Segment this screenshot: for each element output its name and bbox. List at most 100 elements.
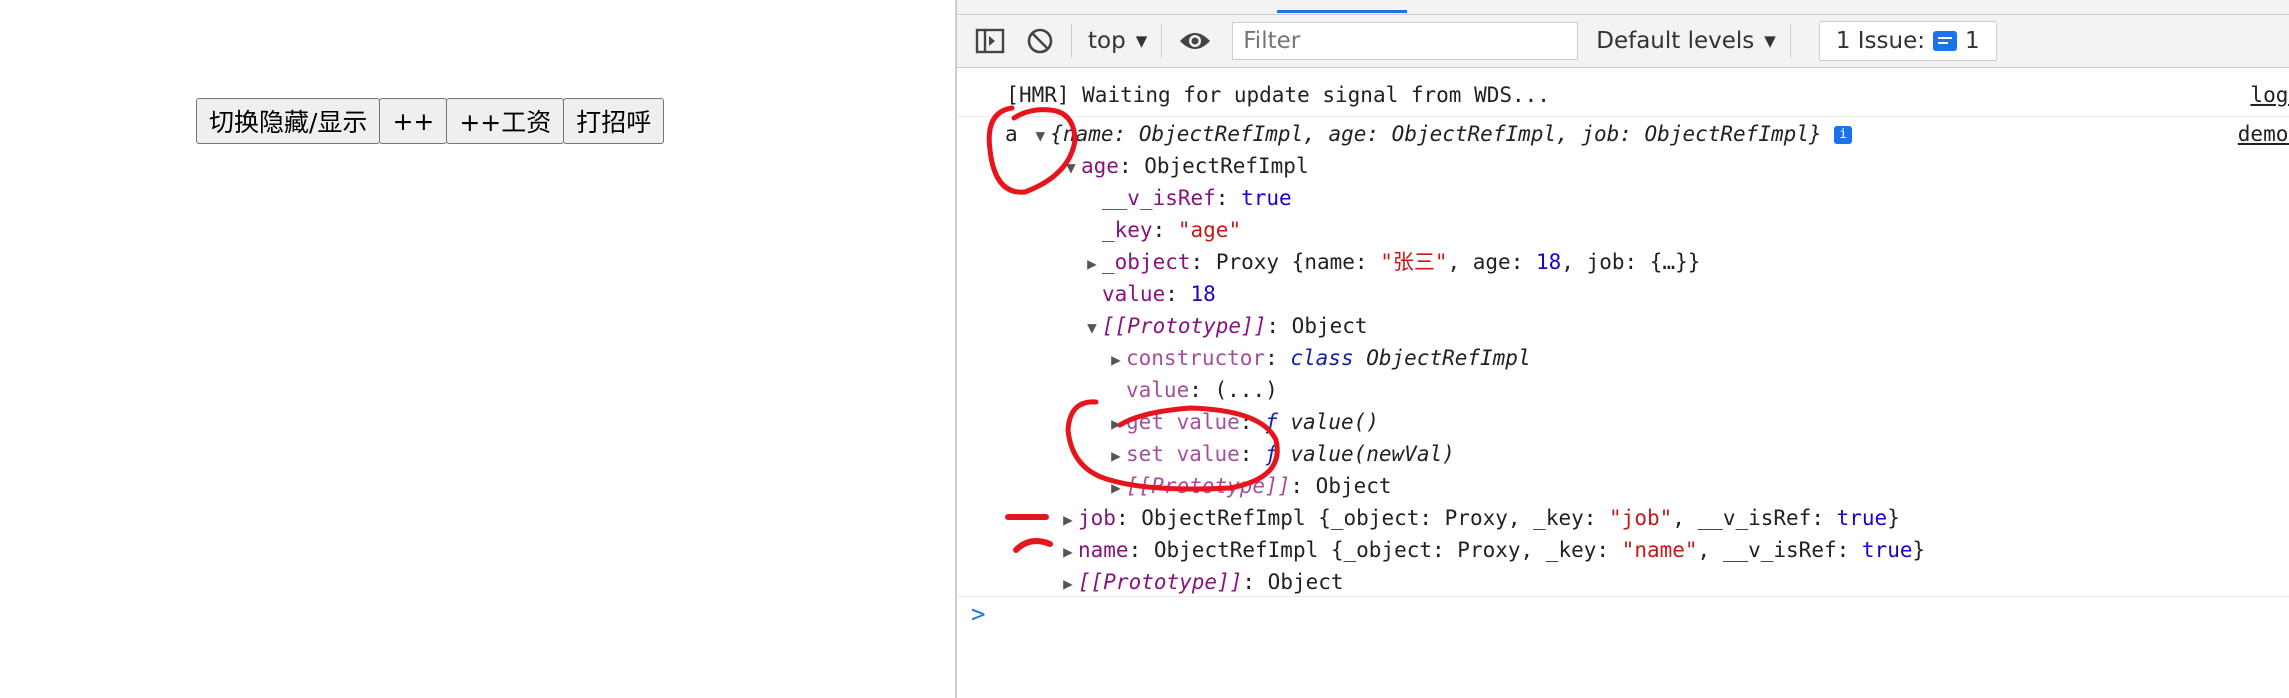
source-link[interactable]: log. <box>2250 76 2289 114</box>
prop-key: _object <box>1102 250 1191 274</box>
prop-key: __v_isRef <box>1102 186 1216 210</box>
prop-key: set value <box>1126 442 1240 466</box>
log-label: a <box>1005 122 1018 146</box>
function-glyph: ƒ <box>1265 442 1291 466</box>
tree-row-job[interactable]: ▶ job: ObjectRefImpl {_object: Proxy, _ke… <box>957 502 2289 534</box>
prop-key: value <box>1102 282 1166 306</box>
issues-button[interactable]: 1 Issue: 1 <box>1818 21 1997 61</box>
greet-button[interactable]: 打招呼 <box>563 98 665 144</box>
prop-value: 18 <box>1190 282 1216 306</box>
tree-row-object[interactable]: ▶ _object: Proxy {name: "张三", age: 18, jo… <box>957 246 2289 278</box>
increment-age-button[interactable]: ++ <box>379 98 448 144</box>
prop-key: constructor <box>1126 346 1266 370</box>
console-prompt[interactable]: > <box>971 600 985 628</box>
expand-triangle-icon[interactable]: ▶ <box>1082 248 1102 280</box>
prop-preview-age: 18 <box>1536 250 1562 274</box>
tree-row-key: _key: "age" <box>1102 218 1242 242</box>
log-levels-label: Default levels <box>1596 28 1755 54</box>
prop-preview-key: "name" <box>1621 538 1698 562</box>
prop-type: Proxy <box>1215 250 1292 274</box>
devtools-tab-strip <box>957 0 2289 15</box>
filter-placeholder: Filter <box>1243 28 1301 54</box>
chevron-down-icon: ▼ <box>1135 32 1148 50</box>
prop-value: value() <box>1290 410 1379 434</box>
tree-row-constructor[interactable]: ▶ constructor: class ObjectRefImpl <box>957 342 2289 374</box>
tree-row-visref: __v_isRef: true <box>1102 186 1292 210</box>
tree-row-inner-prototype[interactable]: ▶ [[Prototype]]: Object <box>957 470 2289 502</box>
prop-key: job <box>1078 506 1116 530</box>
tree-row-setter[interactable]: ▶ set value: ƒ value(newVal) <box>957 438 2289 470</box>
prop-key: value <box>1126 378 1190 402</box>
prop-value: Object <box>1291 314 1368 338</box>
tree-row-getter[interactable]: ▶ get value: ƒ value() <box>957 406 2289 438</box>
prop-value: "age" <box>1177 218 1242 242</box>
prop-key: [[Prototype]] <box>1126 474 1291 498</box>
expand-triangle-icon[interactable]: ▶ <box>1106 440 1126 472</box>
expand-triangle-icon[interactable]: ▼ <box>1061 152 1081 184</box>
expand-triangle-icon[interactable]: ▶ <box>1106 472 1126 504</box>
toolbar-divider <box>1789 24 1791 58</box>
expand-triangle-icon[interactable]: ▶ <box>1106 408 1126 440</box>
prop-preview-bool: true <box>1836 506 1888 530</box>
prop-key: get value <box>1126 410 1240 434</box>
expand-triangle-icon[interactable]: ▶ <box>1058 536 1078 568</box>
log-levels-dropdown[interactable]: Default levels ▼ <box>1596 28 1776 54</box>
prop-preview-name: "张三" <box>1380 250 1448 274</box>
issues-label: 1 Issue: <box>1835 28 1925 54</box>
eye-icon[interactable] <box>1178 24 1212 58</box>
hmr-message: [HMR] Waiting for update signal from WDS… <box>1006 83 1550 107</box>
prop-preview: ObjectRefImpl {_object: Proxy, _key: <box>1153 538 1622 562</box>
prompt-caret-icon: > <box>971 600 986 628</box>
page-viewport: 切换隐藏/显示 ++ ++工资 打招呼 <box>0 0 955 698</box>
console-divider <box>957 596 2289 597</box>
prop-value: ObjectRefImpl <box>1144 154 1309 178</box>
console-toolbar: top ▼ Filter Default levels ▼ 1 Issue: 1 <box>957 15 2289 68</box>
prop-preview: , job: {…}} <box>1561 250 1701 274</box>
prop-preview: ObjectRefImpl {_object: Proxy, _key: <box>1141 506 1610 530</box>
expand-triangle-icon[interactable]: ▼ <box>1030 120 1050 152</box>
prop-preview-key: "job" <box>1609 506 1673 530</box>
prop-preview: } <box>1912 538 1926 562</box>
tree-row-outer-prototype[interactable]: ▶ [[Prototype]]: Object <box>957 566 2289 598</box>
increment-salary-button[interactable]: ++工资 <box>446 98 565 144</box>
function-glyph: ƒ <box>1265 410 1291 434</box>
clear-console-icon[interactable] <box>1023 24 1057 58</box>
prop-value: ObjectRefImpl <box>1366 346 1531 370</box>
prop-value: Object <box>1315 474 1392 498</box>
sidebar-toggle-icon[interactable] <box>973 24 1007 58</box>
issues-count: 1 <box>1965 28 1980 54</box>
prop-preview: , __v_isRef: <box>1697 538 1862 562</box>
tree-row-value: value: 18 <box>1102 282 1216 306</box>
log-summary-row[interactable]: a ▼ {name: ObjectRefImpl, age: ObjectRefI… <box>957 118 2289 150</box>
prop-key: [[Prototype]] <box>1102 314 1267 338</box>
prop-key: name <box>1078 538 1129 562</box>
console-message: [HMR] Waiting for update signal from WDS… <box>957 76 2289 117</box>
context-selector[interactable]: top ▼ <box>1088 28 1147 54</box>
info-icon[interactable]: i <box>1834 126 1853 144</box>
prop-key: age <box>1081 154 1119 178</box>
source-link[interactable]: demo. <box>2238 118 2289 150</box>
chevron-down-icon: ▼ <box>1764 32 1776 50</box>
expand-triangle-icon[interactable]: ▶ <box>1058 504 1078 536</box>
prop-value: (...) <box>1214 378 1278 402</box>
prop-key: [[Prototype]] <box>1078 570 1243 594</box>
tree-row-age[interactable]: ▼ age: ObjectRefImpl <box>957 150 2289 182</box>
prop-preview: , age: <box>1447 250 1536 274</box>
tree-row-value-getter[interactable]: value: (...) <box>957 374 2289 406</box>
prop-keyword: class <box>1290 346 1367 370</box>
expand-triangle-icon[interactable]: ▶ <box>1106 344 1126 376</box>
prop-preview: {name: <box>1291 250 1381 274</box>
toggle-visibility-button[interactable]: 切换隐藏/显示 <box>196 98 381 144</box>
tree-row-name[interactable]: ▶ name: ObjectRefImpl {_object: Proxy, _k… <box>957 534 2289 566</box>
tree-row-prototype[interactable]: ▼ [[Prototype]]: Object <box>957 310 2289 342</box>
active-tab-indicator <box>1277 10 1407 13</box>
toolbar-divider <box>1161 24 1163 58</box>
devtools-panel: top ▼ Filter Default levels ▼ 1 Issue: 1… <box>955 0 2289 698</box>
prop-key: _key <box>1102 218 1153 242</box>
prop-value: value(newVal) <box>1290 442 1455 466</box>
expand-triangle-icon[interactable]: ▼ <box>1082 312 1102 344</box>
issue-message-icon <box>1933 31 1957 51</box>
toolbar-divider <box>1071 24 1072 58</box>
prop-preview: } <box>1887 506 1900 530</box>
filter-input[interactable]: Filter <box>1232 22 1579 60</box>
